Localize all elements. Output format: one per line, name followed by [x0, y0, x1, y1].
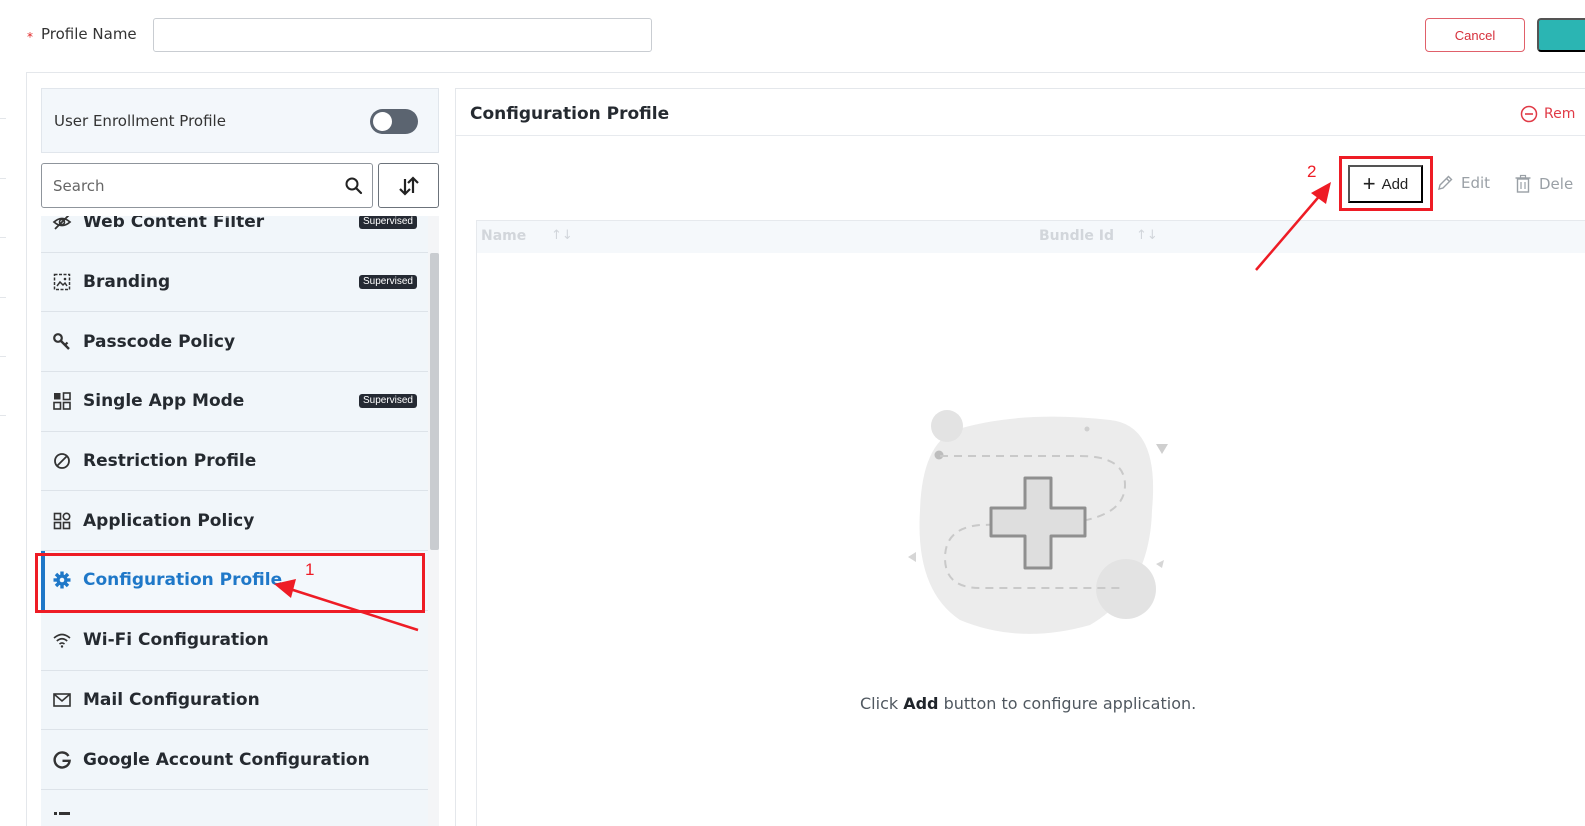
trash-icon: [1515, 174, 1531, 193]
list-item-passcode-policy[interactable]: Passcode Policy: [41, 312, 428, 373]
profile-name-label: Profile Name: [41, 25, 137, 43]
supervised-badge: Supervised: [358, 394, 417, 409]
list-scrollbar-thumb[interactable]: [430, 253, 439, 550]
table-header: [477, 221, 1585, 253]
policy-list: Web Content Filter Supervised Branding S…: [41, 216, 439, 826]
delete-label: Dele: [1539, 175, 1574, 193]
list-item-restriction-profile[interactable]: Restriction Profile: [41, 431, 428, 492]
delete-button[interactable]: Dele: [1514, 174, 1573, 194]
edit-button[interactable]: Edit: [1436, 174, 1490, 192]
remove-label: Rem: [1544, 106, 1576, 122]
list-item-mail-configuration[interactable]: Mail Configuration: [41, 670, 428, 731]
list-item-label: Mail Configuration: [83, 689, 260, 710]
edge-line: [0, 237, 6, 238]
search-box: [41, 163, 373, 208]
toggle-knob: [373, 112, 392, 131]
user-enrollment-row: User Enrollment Profile: [41, 88, 439, 153]
search-input[interactable]: [42, 164, 332, 207]
pencil-icon: [1438, 175, 1453, 190]
sort-icon: [398, 175, 419, 196]
apps-icon: [52, 511, 72, 531]
column-header-name[interactable]: Name: [481, 228, 526, 244]
sort-name-icon[interactable]: ↑↓: [551, 228, 573, 243]
edge-line: [0, 415, 6, 416]
key-icon: [52, 332, 72, 352]
page: * Profile Name Cancel User Enrollment Pr…: [0, 0, 1585, 826]
edge-line: [0, 356, 6, 357]
sort-button[interactable]: [378, 163, 439, 208]
edit-label: Edit: [1461, 174, 1491, 192]
annotation-number-step2: 2: [1307, 162, 1317, 181]
list-item-label: Web Content Filter: [83, 216, 265, 233]
wifi-icon: [52, 630, 72, 650]
google-icon: [52, 750, 72, 770]
list-item-label: Wi-Fi Configuration: [83, 630, 269, 651]
list-item-label: Restriction Profile: [83, 451, 257, 472]
edge-line: [0, 297, 6, 298]
list-item-single-app-mode[interactable]: Single App Mode Supervised: [41, 372, 428, 432]
list-icon: [52, 809, 72, 826]
header-divider: [456, 135, 1585, 136]
column-header-bundle-id[interactable]: Bundle Id: [1039, 228, 1114, 244]
list-item-wifi-configuration[interactable]: Wi-Fi Configuration: [41, 610, 428, 671]
supervised-badge: Supervised: [358, 275, 417, 290]
list-item-label: Single App Mode: [83, 391, 245, 412]
remove-button[interactable]: Rem: [1520, 105, 1575, 123]
cancel-button[interactable]: Cancel: [1425, 18, 1525, 52]
panel-title: Configuration Profile: [470, 104, 670, 124]
list-item-branding[interactable]: Branding Supervised: [41, 252, 428, 313]
list-item-label: Passcode Policy: [83, 331, 236, 352]
edge-line: [0, 118, 6, 119]
empty-state-message: Click Add button to configure applicatio…: [860, 694, 1220, 713]
edge-line: [0, 178, 6, 179]
mail-icon: [52, 690, 72, 710]
top-bar: * Profile Name Cancel: [0, 0, 1585, 72]
save-button[interactable]: [1537, 18, 1585, 52]
user-enrollment-label: User Enrollment Profile: [54, 111, 226, 130]
list-item-google-account-configuration[interactable]: Google Account Configuration: [41, 730, 428, 790]
list-item-web-content-filter[interactable]: Web Content Filter Supervised: [41, 216, 428, 253]
sort-bundle-id-icon[interactable]: ↑↓: [1136, 228, 1158, 243]
ban-icon: [52, 451, 72, 471]
annotation-box-step2: [1339, 156, 1433, 211]
required-marker: *: [27, 30, 33, 44]
annotation-box-step1: [35, 553, 425, 613]
image-icon: [52, 272, 72, 292]
empty-message-suffix: button to configure application.: [938, 694, 1197, 713]
annotation-number-step1: 1: [305, 560, 315, 579]
profile-name-input[interactable]: [153, 18, 652, 52]
list-item-label: Application Policy: [83, 510, 255, 531]
empty-state-illustration: [908, 410, 1168, 634]
search-icon[interactable]: [344, 176, 364, 196]
list-item-application-policy[interactable]: Application Policy: [41, 491, 428, 552]
user-enrollment-toggle[interactable]: [370, 109, 418, 134]
grid-icon: [52, 391, 72, 411]
supervised-badge: Supervised: [358, 216, 417, 230]
minus-circle-icon: [1520, 105, 1538, 123]
list-item-partial[interactable]: [41, 789, 428, 826]
list-item-label: Google Account Configuration: [83, 749, 370, 770]
list-item-label: Branding: [83, 272, 171, 293]
empty-message-prefix: Click: [860, 694, 904, 713]
empty-message-add: Add: [903, 694, 939, 713]
eye-off-icon: [52, 216, 72, 232]
